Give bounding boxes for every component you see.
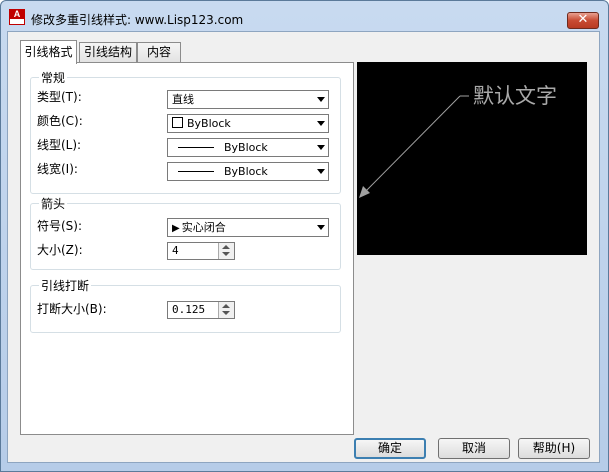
symbol-label: 符号(S): <box>37 219 83 233</box>
general-group: 常规 类型(T): 直线 颜色(C): ByBlock 线型(L): ByBlo… <box>30 69 341 194</box>
symbol-value: 实心闭合 <box>181 221 226 234</box>
size-spinner[interactable]: 4 <box>167 242 235 260</box>
break-size-spinner[interactable]: 0.125 <box>167 301 235 319</box>
tab-content-label: 内容 <box>146 45 171 59</box>
leader-line <box>360 95 461 197</box>
linetype-label: 线型(L): <box>37 138 82 152</box>
color-combo[interactable]: ByBlock <box>167 114 329 133</box>
cancel-button[interactable]: 取消 <box>438 438 510 459</box>
autocad-app-icon: A <box>9 9 25 25</box>
arrowhead-heading: 箭头 <box>39 195 68 212</box>
break-size-label: 打断大小(B): <box>37 302 107 316</box>
spin-down-icon[interactable] <box>222 252 230 256</box>
color-value: ByBlock <box>187 117 231 130</box>
type-combo[interactable]: 直线 <box>167 90 329 109</box>
line-sample-icon <box>178 147 214 148</box>
spin-buttons[interactable] <box>218 243 234 259</box>
linetype-value: ByBlock <box>224 141 268 154</box>
spin-up-icon[interactable] <box>222 304 230 308</box>
preview-pane: 默认文字 <box>357 62 587 255</box>
preview-text: 默认文字 <box>473 84 557 108</box>
break-size-value: 0.125 <box>172 303 206 316</box>
spin-down-icon[interactable] <box>222 311 230 315</box>
leader-arrowhead <box>359 186 370 198</box>
preview-canvas: 默认文字 <box>359 84 557 198</box>
lineweight-combo[interactable]: ByBlock <box>167 162 329 181</box>
tab-leader-structure-label: 引线结构 <box>83 45 132 59</box>
line-sample-icon <box>178 171 214 172</box>
help-button[interactable]: 帮助(H) <box>518 438 590 459</box>
lineweight-value: ByBlock <box>224 165 268 178</box>
chevron-down-icon <box>317 97 325 102</box>
chevron-down-icon <box>317 121 325 126</box>
lineweight-label: 线宽(I): <box>37 162 78 176</box>
general-heading: 常规 <box>39 69 68 86</box>
white-square-icon <box>172 117 183 128</box>
spin-up-icon[interactable] <box>222 245 230 249</box>
tab-leader-format[interactable]: 引线格式 <box>20 40 77 64</box>
tab-content[interactable]: 内容 <box>137 42 181 62</box>
tab-leader-structure[interactable]: 引线结构 <box>79 42 137 62</box>
chevron-down-icon <box>317 225 325 230</box>
tab-leader-format-label: 引线格式 <box>24 45 73 59</box>
spin-buttons[interactable] <box>218 302 234 318</box>
dialog-client: 引线格式 引线结构 内容 常规 类型(T): 直线 颜色(C): ByBlock… <box>7 31 600 463</box>
title-bar: A 修改多重引线样式: www.Lisp123.com ✕ <box>1 1 608 35</box>
close-button[interactable]: ✕ <box>567 12 599 29</box>
window-title: 修改多重引线样式: www.Lisp123.com <box>31 13 244 27</box>
chevron-down-icon <box>317 145 325 150</box>
symbol-combo[interactable]: ▶ 实心闭合 <box>167 218 329 237</box>
leader-format-panel: 常规 类型(T): 直线 颜色(C): ByBlock 线型(L): ByBlo… <box>20 62 354 435</box>
filled-arrowhead-icon: ▶ <box>172 223 180 234</box>
linetype-combo[interactable]: ByBlock <box>167 138 329 157</box>
chevron-down-icon <box>317 169 325 174</box>
close-icon: ✕ <box>577 12 589 27</box>
size-value: 4 <box>172 244 179 257</box>
type-value: 直线 <box>172 93 194 106</box>
ok-button[interactable]: 确定 <box>354 438 426 459</box>
type-label: 类型(T): <box>37 90 82 104</box>
arrowhead-group: 箭头 符号(S): ▶ 实心闭合 大小(Z): 4 <box>30 195 341 270</box>
app-icon-letter: A <box>10 10 24 19</box>
landing-break-heading: 引线打断 <box>39 277 92 294</box>
size-label: 大小(Z): <box>37 243 83 257</box>
landing-break-group: 引线打断 打断大小(B): 0.125 <box>30 277 341 333</box>
color-label: 颜色(C): <box>37 114 83 128</box>
